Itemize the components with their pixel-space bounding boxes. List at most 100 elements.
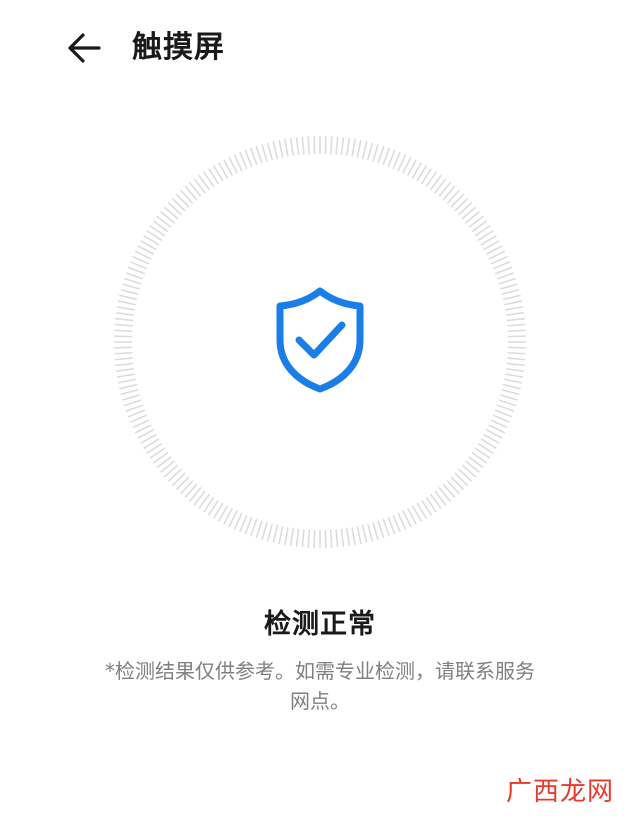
ring-tick bbox=[351, 138, 356, 157]
ring-tick bbox=[377, 520, 385, 539]
ring-tick bbox=[372, 144, 379, 162]
ring-tick bbox=[289, 137, 295, 157]
ring-tick bbox=[387, 149, 396, 168]
ring-tick bbox=[129, 414, 148, 423]
ring-tick bbox=[289, 527, 295, 547]
watermark-logo: 广西龙网 bbox=[506, 777, 615, 807]
ring-tick bbox=[501, 389, 520, 396]
ring-tick bbox=[127, 409, 146, 418]
ring-tick bbox=[382, 147, 390, 166]
back-button[interactable] bbox=[60, 28, 110, 68]
ring-tick bbox=[244, 516, 253, 535]
ring-tick bbox=[244, 149, 253, 168]
disclaimer-line-2: 网点。 bbox=[290, 689, 350, 713]
ring-tick bbox=[502, 294, 521, 301]
ring-tick bbox=[504, 300, 523, 306]
ring-tick bbox=[119, 383, 138, 390]
ring-tick bbox=[125, 272, 144, 280]
ring-tick bbox=[114, 346, 133, 349]
ring-tick bbox=[335, 136, 339, 155]
ring-tick bbox=[504, 378, 523, 384]
ring-tick bbox=[278, 139, 284, 158]
ring-tick bbox=[507, 351, 526, 355]
ring-tick bbox=[367, 142, 374, 161]
ring-tick bbox=[114, 329, 133, 333]
ring-tick bbox=[345, 527, 351, 547]
ring-tick bbox=[372, 522, 379, 540]
ring-tick bbox=[387, 516, 396, 535]
ring-tick bbox=[356, 139, 362, 158]
ring-tick bbox=[301, 136, 305, 155]
ring-tick bbox=[261, 522, 268, 540]
ring-tick bbox=[117, 378, 136, 384]
ring-tick bbox=[129, 261, 148, 270]
ring-tick bbox=[494, 409, 513, 418]
ring-tick bbox=[505, 373, 524, 378]
ring-tick bbox=[498, 277, 517, 285]
ring-tick bbox=[496, 272, 515, 280]
ring-tick bbox=[506, 362, 525, 367]
ring-tick bbox=[392, 514, 401, 533]
ring-tick bbox=[351, 527, 356, 546]
ring-tick bbox=[507, 357, 526, 361]
ring-tick bbox=[255, 520, 263, 539]
ring-tick bbox=[492, 414, 511, 423]
app-header: 触摸屏 bbox=[0, 0, 640, 100]
ring-tick bbox=[506, 317, 525, 322]
ring-tick bbox=[361, 524, 368, 543]
ring-tick bbox=[301, 529, 305, 548]
ring-tick bbox=[507, 329, 526, 333]
ring-tick bbox=[492, 261, 511, 270]
ring-tick bbox=[500, 283, 518, 290]
ring-tick bbox=[115, 362, 134, 367]
ring-tick bbox=[127, 266, 146, 275]
ring-tick bbox=[345, 137, 351, 157]
ring-tick bbox=[123, 277, 142, 285]
ring-tick bbox=[117, 300, 136, 306]
ring-tick bbox=[272, 141, 279, 160]
ring-tick bbox=[507, 323, 526, 327]
disclaimer-note: *检测结果仅供参考。如需专业检测，请联系服务 网点。 bbox=[60, 656, 580, 716]
ring-tick bbox=[250, 147, 258, 166]
ring-tick bbox=[295, 528, 300, 547]
ring-tick bbox=[313, 529, 316, 548]
ring-tick bbox=[502, 383, 521, 390]
ring-tick bbox=[120, 389, 139, 396]
ring-tick bbox=[261, 144, 268, 162]
ring-tick bbox=[505, 306, 524, 311]
ring-tick bbox=[255, 145, 263, 164]
arrow-left-icon bbox=[68, 33, 101, 63]
ring-tick bbox=[324, 529, 327, 548]
ring-tick bbox=[392, 151, 401, 170]
ring-tick bbox=[505, 311, 525, 317]
ring-tick bbox=[335, 529, 339, 548]
ring-tick bbox=[114, 357, 133, 361]
ring-tick bbox=[361, 141, 368, 160]
ring-tick bbox=[507, 346, 526, 349]
disclaimer-line-1: *检测结果仅供参考。如需专业检测，请联系服务 bbox=[105, 659, 535, 683]
ring-tick bbox=[266, 142, 273, 161]
ring-tick bbox=[250, 518, 258, 537]
ring-tick bbox=[340, 137, 345, 156]
ring-tick bbox=[266, 523, 273, 542]
detection-status: 检测正常 bbox=[264, 609, 376, 640]
ring-tick bbox=[507, 335, 526, 338]
shield-check-icon bbox=[276, 287, 364, 393]
ring-tick bbox=[501, 288, 520, 295]
ring-tick bbox=[115, 367, 135, 373]
ring-tick bbox=[123, 399, 142, 407]
ring-tick bbox=[114, 351, 133, 355]
ring-tick bbox=[377, 145, 385, 164]
page-title: 触摸屏 bbox=[132, 30, 225, 65]
ring-tick bbox=[307, 529, 311, 548]
ring-tick bbox=[313, 136, 316, 155]
ring-tick bbox=[120, 288, 139, 295]
ring-tick bbox=[494, 266, 513, 275]
ring-tick bbox=[239, 151, 248, 170]
ring-tick bbox=[122, 283, 140, 290]
ring-tick bbox=[119, 294, 138, 301]
ring-tick bbox=[329, 136, 333, 155]
ring-tick bbox=[500, 394, 518, 401]
ring-tick bbox=[284, 138, 289, 157]
ring-tick bbox=[122, 394, 140, 401]
